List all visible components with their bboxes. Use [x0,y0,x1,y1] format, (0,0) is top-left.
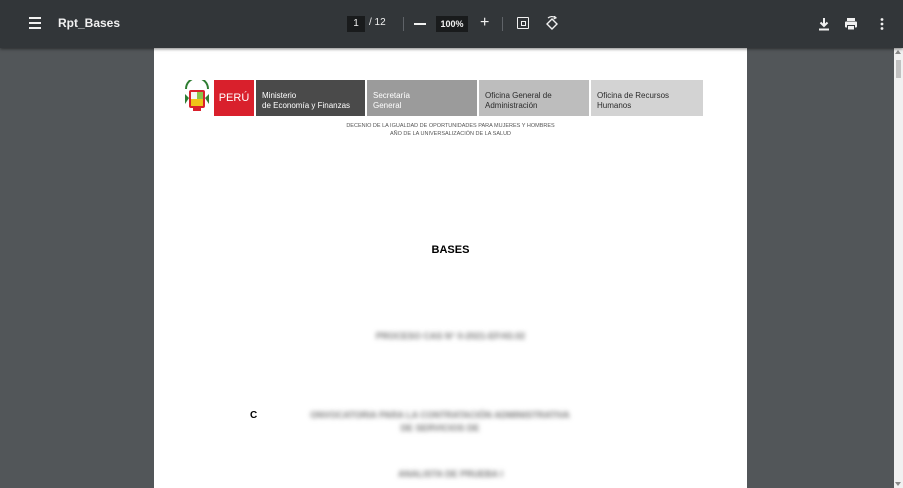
peru-crest-logo [185,80,209,111]
page-total: / 12 [369,17,386,28]
org-secretaria: Secretaría General [367,80,477,116]
org-oga: Oficina General de Administración [479,80,589,116]
download-icon[interactable] [816,15,832,33]
zoom-level-input[interactable]: 100% [436,16,468,32]
org-mef: Ministerio de Economía y Finanzas [256,80,365,116]
peru-logo: PERÚ [214,80,254,116]
page-number-input[interactable]: 1 [347,16,365,32]
toolbar-divider [502,17,503,31]
scroll-up-arrow-icon[interactable] [895,50,901,54]
decenio-line: DECENIO DE LA IGUALDAD DE OPORTUNIDADES … [346,123,555,129]
org-line: General [373,101,402,110]
document-title: Rpt_Bases [58,16,121,30]
scroll-down-arrow-icon[interactable] [895,482,901,486]
fit-to-page-icon[interactable] [517,17,529,29]
org-line: Secretaría [373,91,410,100]
org-line: Administración [485,101,538,110]
rotate-icon[interactable] [544,16,560,32]
document-heading: BASES [431,244,470,256]
org-line: Oficina de Recursos [597,91,670,100]
org-line: de Economía y Finanzas [262,101,351,110]
pdf-toolbar: Rpt_Bases 1 / 12 100% + [0,0,903,48]
pdf-page: PERÚ Ministerio de Economía y Finanzas S… [154,48,747,488]
org-line: Oficina General de [485,91,552,100]
scrollbar-thumb[interactable] [896,60,901,78]
org-line: Humanos [597,101,632,110]
convocatoria-initial: C [250,410,258,421]
more-options-icon[interactable] [874,15,890,33]
zoom-out-button[interactable] [414,23,426,25]
org-line: Ministerio [262,91,297,100]
convocatoria-line-blurred: DE SERVICIOS DE [400,423,480,433]
print-icon[interactable] [843,15,859,33]
decenio-line: AÑO DE LA UNIVERSALIZACIÓN DE LA SALUD [389,131,512,137]
toolbar-divider [403,17,404,31]
zoom-in-button[interactable]: + [480,14,489,32]
proceso-line-blurred: PROCESO CAS N° 0-2021-EF/43.02 [375,331,526,341]
position-line-blurred: ANALISTA DE PRUEBA I [398,469,503,479]
menu-icon[interactable] [29,17,41,29]
vertical-scrollbar[interactable] [894,48,903,488]
convocatoria-line-blurred: ONVOCATORIA PARA LA CONTRATACIÓN ADMINIS… [310,410,570,420]
org-orh: Oficina de Recursos Humanos [591,80,703,116]
decenio-caption: DECENIO DE LA IGUALDAD DE OPORTUNIDADES … [154,122,747,138]
